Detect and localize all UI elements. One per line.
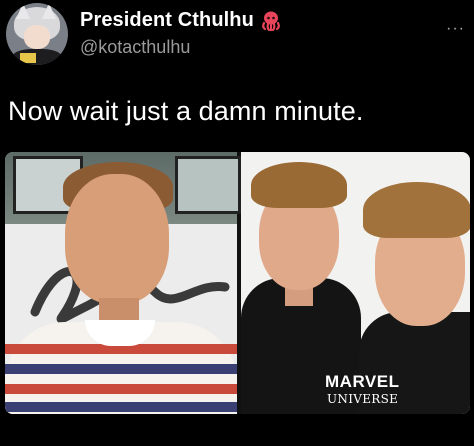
watermark-universe: UNIVERSE xyxy=(327,392,399,406)
author-handle[interactable]: @kotacthulhu xyxy=(80,37,190,58)
shirt-stripe xyxy=(5,402,237,412)
avatar-accent xyxy=(20,53,36,63)
right-photo: MARVEL UNIVERSE xyxy=(241,152,470,414)
left-photo xyxy=(5,152,241,414)
boy-face xyxy=(65,174,169,304)
avatar-face xyxy=(24,25,50,49)
author-name-row[interactable]: President Cthulhu xyxy=(80,9,282,32)
shirt-stripe xyxy=(5,364,237,374)
watermark-marvel: MARVEL xyxy=(325,372,400,391)
tweet-media[interactable]: MARVEL UNIVERSE xyxy=(5,152,470,414)
bus-window xyxy=(175,156,241,214)
avatar-ear xyxy=(42,3,56,19)
man-right-hair xyxy=(363,182,470,238)
more-options-icon[interactable]: ··· xyxy=(446,20,465,38)
avatar-ear xyxy=(16,3,30,19)
octopus-icon xyxy=(262,11,280,31)
avatar[interactable] xyxy=(6,3,68,65)
man-left-hair xyxy=(251,162,347,208)
tweet-text: Now wait just a damn minute. xyxy=(8,96,364,126)
author-name[interactable]: President Cthulhu xyxy=(80,9,254,32)
shirt-stripe xyxy=(5,384,237,394)
